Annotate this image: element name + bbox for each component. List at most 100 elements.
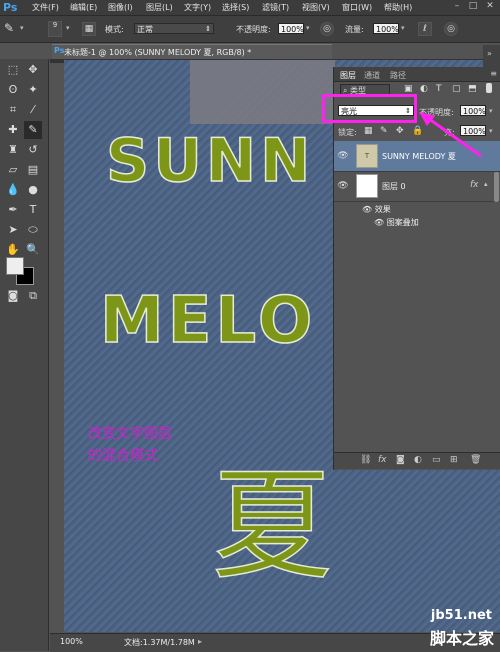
history-brush-tool-icon[interactable]: ↺ xyxy=(24,141,42,159)
airbrush-icon[interactable]: ℓ xyxy=(418,22,432,36)
dodge-tool-icon[interactable]: ● xyxy=(24,181,42,199)
menu-layer[interactable]: 图层(L) xyxy=(146,2,173,13)
document-tab[interactable]: Ps 未标题-1 @ 100% (SUNNY MELODY 夏, RGB/8) … xyxy=(52,44,332,59)
eyedropper-tool-icon[interactable]: ⁄ xyxy=(24,101,42,119)
chevron-down-icon: ⇕ xyxy=(205,25,211,33)
filter-shape-icon[interactable]: ▢ xyxy=(452,84,461,94)
new-layer-icon[interactable]: ⊞ xyxy=(450,455,458,465)
eye-icon[interactable]: 👁 xyxy=(336,149,350,163)
pressure-size-icon[interactable]: ◎ xyxy=(444,22,458,36)
layer-row-layer0[interactable]: 👁 图层 0 fx ▴ xyxy=(334,171,500,202)
chevron-down-icon[interactable]: ▾ xyxy=(489,127,493,135)
zoom-tool-icon[interactable]: 🔍 xyxy=(24,241,42,259)
chevron-down-icon[interactable]: ▾ xyxy=(401,24,405,32)
lock-label: 锁定: xyxy=(338,128,357,137)
fx-badge[interactable]: fx xyxy=(470,180,479,190)
menu-select[interactable]: 选择(S) xyxy=(222,2,249,13)
opacity-input[interactable]: 100% xyxy=(278,23,304,34)
add-style-icon[interactable]: fx xyxy=(378,455,387,465)
filter-adjust-icon[interactable]: ◐ xyxy=(420,84,428,94)
lasso-tool-icon[interactable]: ʘ xyxy=(4,81,22,99)
gray-overlay-block xyxy=(190,60,335,124)
magic-wand-tool-icon[interactable]: ✦ xyxy=(24,81,42,99)
chevron-up-icon[interactable]: ▴ xyxy=(484,180,488,188)
ps-doc-icon: Ps xyxy=(54,46,65,55)
blend-mode-highlight xyxy=(322,94,417,123)
menu-help[interactable]: 帮助(H) xyxy=(384,2,412,13)
quick-mask-icon[interactable]: ◙ xyxy=(4,287,22,305)
toolbox: ⬚ ✥ ʘ ✦ ⌗ ⁄ ✚ ✎ ♜ ↺ ▱ ▤ 💧 ● ✒ T ➤ ⬭ ✋ 🔍 … xyxy=(0,59,49,651)
crop-tool-icon[interactable]: ⌗ xyxy=(4,101,22,119)
chevron-down-icon[interactable]: ▾ xyxy=(489,107,493,115)
effect-item-label: 图案叠加 xyxy=(386,218,419,227)
move-tool-icon[interactable]: ✥ xyxy=(24,61,42,79)
clone-stamp-tool-icon[interactable]: ♜ xyxy=(4,141,22,159)
filter-smart-icon[interactable]: ⬒ xyxy=(468,84,477,94)
panel-menu-icon[interactable]: ≡ xyxy=(490,69,497,78)
lock-pixels-icon[interactable]: ✎ xyxy=(380,126,388,136)
foreground-color-swatch[interactable] xyxy=(6,257,24,275)
effects-label: 效果 xyxy=(374,205,391,214)
marquee-tool-icon[interactable]: ⬚ xyxy=(4,61,22,79)
panel-collapse-icon[interactable]: » xyxy=(487,49,492,58)
mode-value: 正常 xyxy=(137,25,153,34)
filter-pixel-icon[interactable]: ▣ xyxy=(404,84,413,94)
flow-value: 100% xyxy=(376,25,399,34)
menu-filter[interactable]: 滤镜(T) xyxy=(262,2,289,13)
brush-tool-icon[interactable]: ✎ xyxy=(4,21,14,35)
adjustment-layer-icon[interactable]: ◐ xyxy=(414,455,422,465)
zoom-level[interactable]: 100% xyxy=(60,637,83,646)
menu-file[interactable]: 文件(F) xyxy=(32,2,59,13)
pen-tool-icon[interactable]: ✒ xyxy=(4,201,22,219)
screen-mode-icon[interactable]: ⧉ xyxy=(24,287,42,305)
healing-tool-icon[interactable]: ✚ xyxy=(4,121,22,139)
menu-view[interactable]: 视图(V) xyxy=(302,2,330,13)
status-arrow-icon[interactable]: ▸ xyxy=(198,637,202,646)
chevron-down-icon[interactable]: ▾ xyxy=(66,24,70,32)
mode-select[interactable]: 正常 ⇕ xyxy=(134,23,214,34)
tab-layers[interactable]: 图层 xyxy=(340,70,356,81)
shape-tool-icon[interactable]: ⬭ xyxy=(24,221,42,239)
brush-size-picker[interactable]: 9 xyxy=(48,21,62,37)
eraser-tool-icon[interactable]: ▱ xyxy=(4,161,22,179)
lock-position-icon[interactable]: ✥ xyxy=(396,126,404,136)
type-tool-icon[interactable]: T xyxy=(24,201,42,219)
effects-row[interactable]: 👁 效果 xyxy=(362,204,391,215)
filter-type-icon[interactable]: T xyxy=(436,84,442,94)
lock-transparent-icon[interactable]: ▦ xyxy=(364,126,373,136)
eye-icon[interactable]: 👁 xyxy=(336,179,350,193)
path-select-tool-icon[interactable]: ➤ xyxy=(4,221,22,239)
eye-icon[interactable]: 👁 xyxy=(362,205,375,214)
effect-item-row[interactable]: 👁 图案叠加 xyxy=(374,217,419,228)
brush-panel-icon[interactable]: ▦ xyxy=(82,22,96,36)
menu-type[interactable]: 文字(Y) xyxy=(184,2,211,13)
flow-input[interactable]: 100% xyxy=(373,23,399,34)
tab-paths[interactable]: 路径 xyxy=(390,70,406,81)
blur-tool-icon[interactable]: 💧 xyxy=(4,181,22,199)
text-layer-thumbnail: T xyxy=(356,144,378,168)
layers-bottom-bar: ⛓ fx ◙ ◐ ▭ ⊞ 🗑 xyxy=(334,452,500,469)
minimize-icon[interactable]: – xyxy=(452,1,462,13)
new-group-icon[interactable]: ▭ xyxy=(432,455,441,465)
menu-image[interactable]: 图像(I) xyxy=(108,2,133,13)
maximize-icon[interactable]: □ xyxy=(468,1,478,13)
annotation-line-2: 的混合模式 xyxy=(88,448,158,464)
canvas-text-sunny: SUNN xyxy=(105,125,315,197)
pressure-opacity-icon[interactable]: ◎ xyxy=(320,22,334,36)
chevron-down-icon[interactable]: ▾ xyxy=(306,24,310,32)
brush-tool-icon[interactable]: ✎ xyxy=(24,121,42,139)
filter-toggle[interactable] xyxy=(486,83,492,93)
trash-icon[interactable]: 🗑 xyxy=(470,455,481,465)
menu-window[interactable]: 窗口(W) xyxy=(342,2,372,13)
watermark-url: jb51.net xyxy=(430,608,492,623)
link-layers-icon[interactable]: ⛓ xyxy=(360,455,371,465)
eye-icon[interactable]: 👁 xyxy=(374,218,387,227)
close-icon[interactable]: ✕ xyxy=(485,1,495,13)
opacity-value: 100% xyxy=(281,25,304,34)
gradient-tool-icon[interactable]: ▤ xyxy=(24,161,42,179)
add-mask-icon[interactable]: ◙ xyxy=(396,455,405,465)
layers-scrollbar[interactable] xyxy=(494,172,499,202)
tab-channels[interactable]: 通道 xyxy=(364,70,380,81)
menu-edit[interactable]: 编辑(E) xyxy=(70,2,97,13)
chevron-down-icon[interactable]: ▾ xyxy=(20,24,24,32)
